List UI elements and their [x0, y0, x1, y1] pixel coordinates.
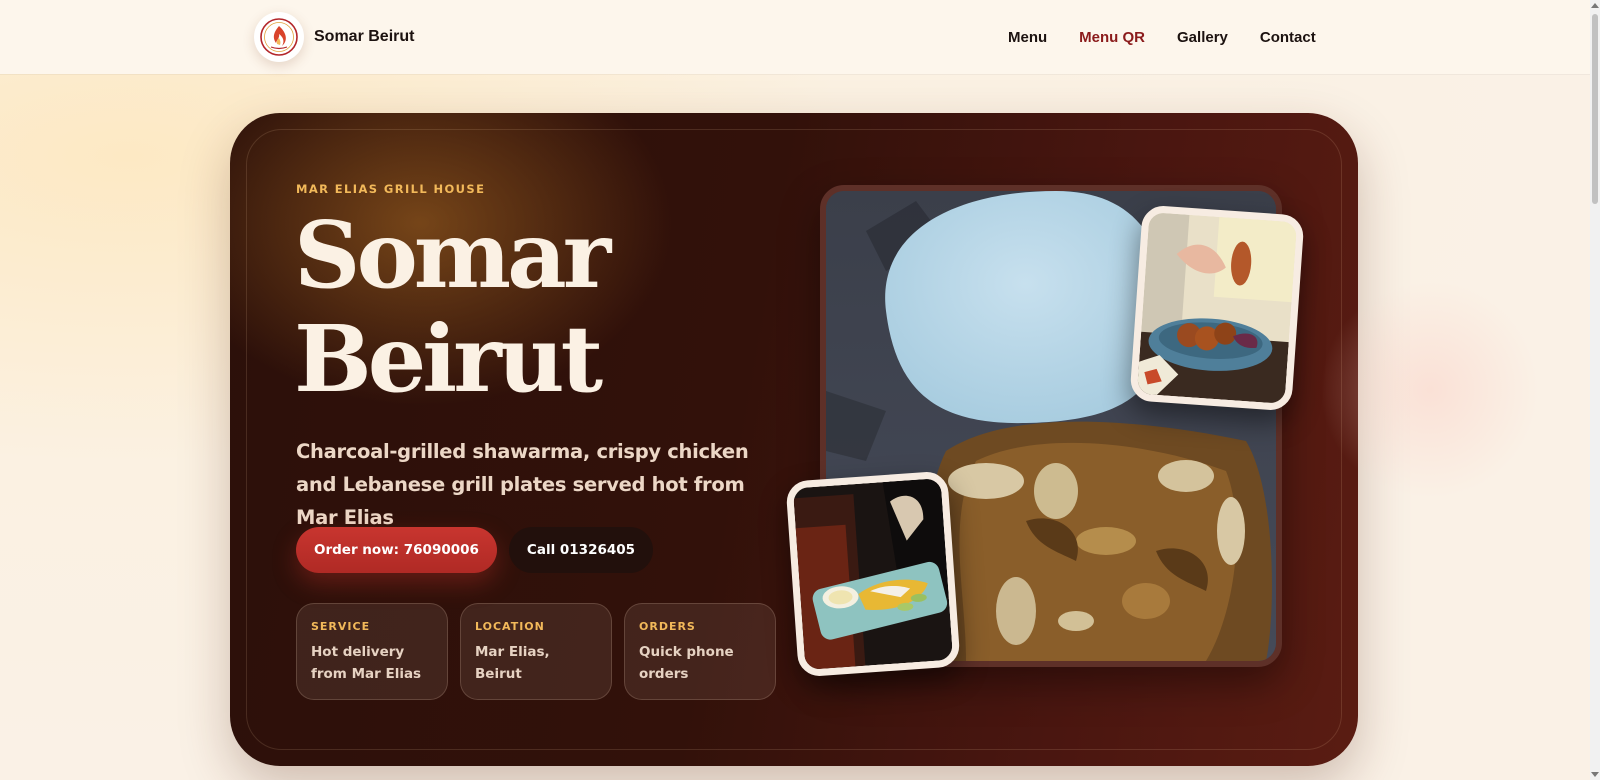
scroll-down-icon[interactable]	[1591, 772, 1599, 777]
info-card-label: SERVICE	[311, 620, 371, 633]
info-card-label: LOCATION	[475, 620, 545, 633]
info-cards: SERVICE Hot delivery from Mar Elias LOCA…	[296, 603, 776, 700]
nav-contact[interactable]: Contact	[1260, 29, 1316, 46]
info-card-service: SERVICE Hot delivery from Mar Elias	[296, 603, 448, 700]
scroll-up-icon[interactable]	[1591, 3, 1599, 8]
nav-menu-qr[interactable]: Menu QR	[1079, 29, 1145, 46]
info-card-value: Mar Elias, Beirut	[475, 644, 550, 682]
nav-gallery[interactable]: Gallery	[1177, 29, 1228, 46]
hero-title-line-2: Beirut	[294, 305, 603, 413]
scrollbar-thumb[interactable]	[1592, 14, 1598, 204]
info-card-location: LOCATION Mar Elias, Beirut	[460, 603, 612, 700]
info-card-value: Quick phone orders	[639, 644, 734, 682]
page-scrollbar[interactable]	[1590, 0, 1600, 780]
info-card-label: ORDERS	[639, 620, 696, 633]
site-header: Somar Beirut Menu Menu QR Gallery Contac…	[0, 0, 1590, 74]
hero-description: Charcoal-grilled shawarma, crispy chicke…	[296, 440, 749, 529]
brand-link[interactable]: Somar Beirut	[254, 12, 414, 62]
order-now-button[interactable]: Order now: 76090006	[296, 527, 497, 573]
hero-title-line-1: Somar	[294, 201, 611, 309]
hero-actions: Order now: 76090006 Call 01326405	[296, 527, 654, 573]
kibbeh-plate-photo	[1129, 204, 1305, 412]
nav-menu[interactable]: Menu	[1008, 29, 1047, 46]
main-nav: Menu Menu QR Gallery Contact	[1008, 0, 1316, 74]
call-button[interactable]: Call 01326405	[508, 527, 654, 573]
info-card-value: Hot delivery from Mar Elias	[311, 644, 422, 682]
hero-section: MAR ELIAS GRILL HOUSE Somar Beirut Charc…	[230, 113, 1358, 766]
info-card-orders: ORDERS Quick phone orders	[624, 603, 776, 700]
brand-name: Somar Beirut	[314, 28, 415, 45]
somar-beirut-logo-icon	[254, 12, 304, 62]
hero-eyebrow: MAR ELIAS GRILL HOUSE	[296, 182, 486, 196]
rice-platter-photo	[785, 470, 961, 678]
hero-title: Somar Beirut	[294, 203, 754, 411]
